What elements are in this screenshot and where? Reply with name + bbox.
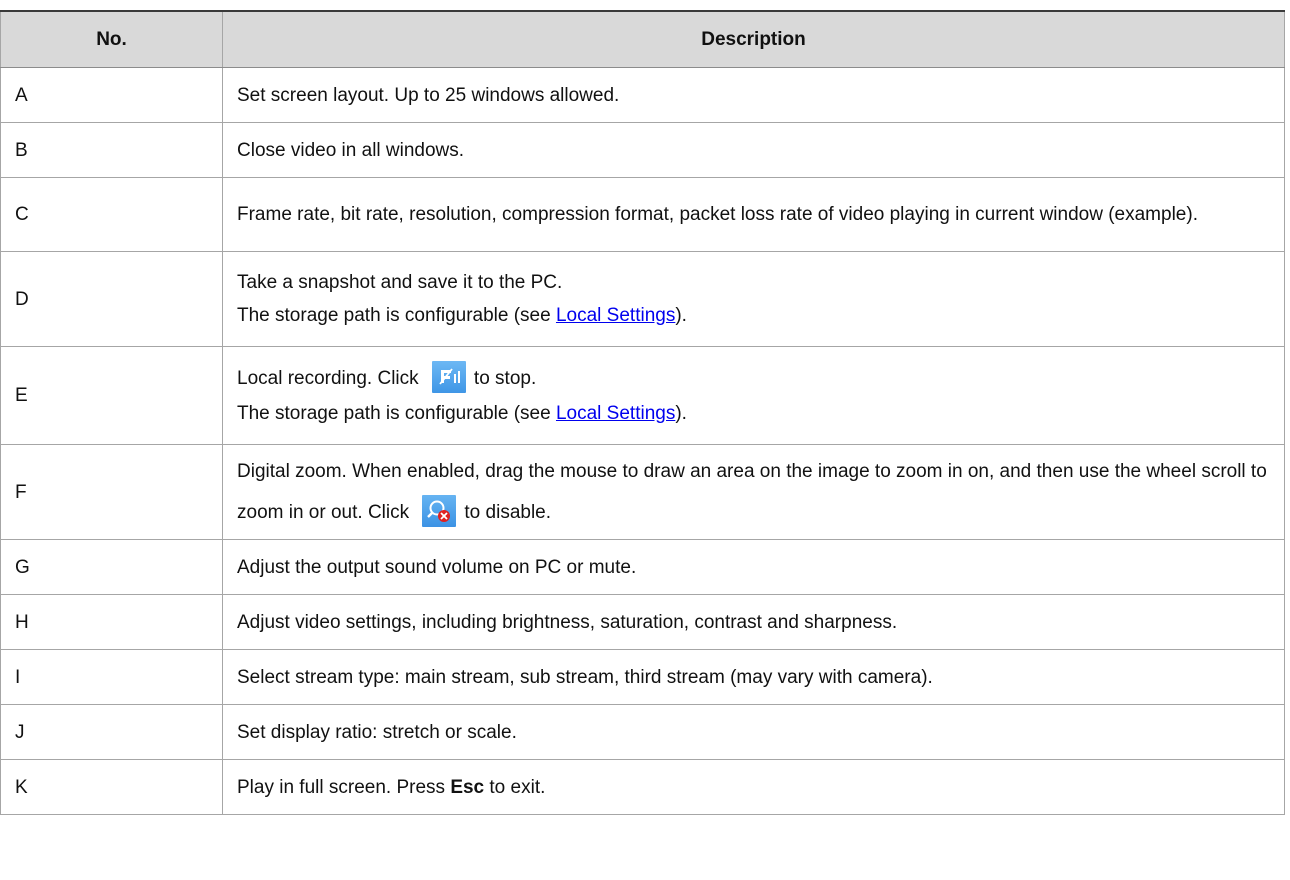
disable-zoom-icon[interactable] — [422, 494, 457, 527]
row-label: H — [0, 594, 223, 650]
local-settings-link[interactable]: Local Settings — [556, 305, 675, 326]
row-description: Adjust the output sound volume on PC or … — [222, 539, 1285, 595]
description-line: Take a snapshot and save it to the PC. — [237, 272, 563, 293]
table-row: K Play in full screen. Press Esc to exit… — [0, 759, 1285, 815]
description-line: Local recording. Click to stop. — [237, 361, 1270, 397]
table-row: F Digital zoom. When enabled, drag the m… — [0, 444, 1285, 540]
table-row: C Frame rate, bit rate, resolution, comp… — [0, 177, 1285, 252]
header-description: Description — [222, 10, 1285, 68]
row-description: Frame rate, bit rate, resolution, compre… — [222, 177, 1285, 252]
table-row: D Take a snapshot and save it to the PC.… — [0, 251, 1285, 347]
esc-key-label: Esc — [450, 776, 485, 798]
table-row: G Adjust the output sound volume on PC o… — [0, 539, 1285, 595]
local-settings-link[interactable]: Local Settings — [556, 403, 675, 424]
row-label: K — [0, 759, 223, 815]
table-row: A Set screen layout. Up to 25 windows al… — [0, 67, 1285, 123]
row-label: D — [0, 251, 223, 347]
row-label: I — [0, 649, 223, 705]
table-row: B Close video in all windows. — [0, 122, 1285, 178]
row-label: J — [0, 704, 223, 760]
row-description: Set display ratio: stretch or scale. — [222, 704, 1285, 760]
row-description: Local recording. Click to stop. The stor… — [222, 346, 1285, 445]
row-description: Take a snapshot and save it to the PC. T… — [222, 251, 1285, 347]
description-table: No. Description A Set screen layout. Up … — [0, 10, 1285, 815]
table-row: I Select stream type: main stream, sub s… — [0, 649, 1285, 705]
row-description: Digital zoom. When enabled, drag the mou… — [222, 444, 1285, 540]
table-header-row: No. Description — [0, 10, 1285, 68]
row-label: A — [0, 67, 223, 123]
description-line: The storage path is configurable (see Lo… — [237, 305, 687, 326]
row-description: Set screen layout. Up to 25 windows allo… — [222, 67, 1285, 123]
row-label: C — [0, 177, 223, 252]
table-row: H Adjust video settings, including brigh… — [0, 594, 1285, 650]
stop-recording-icon[interactable] — [431, 361, 466, 393]
row-label: B — [0, 122, 223, 178]
row-description: Adjust video settings, including brightn… — [222, 594, 1285, 650]
row-label: F — [0, 444, 223, 540]
row-description: Play in full screen. Press Esc to exit. — [222, 759, 1285, 815]
row-description: Close video in all windows. — [222, 122, 1285, 178]
header-no: No. — [0, 10, 223, 68]
row-label: G — [0, 539, 223, 595]
table-row: E Local recording. Click to stop. The st… — [0, 346, 1285, 445]
row-label: E — [0, 346, 223, 445]
table-row: J Set display ratio: stretch or scale. — [0, 704, 1285, 760]
description-line: The storage path is configurable (see Lo… — [237, 403, 687, 424]
row-description: Select stream type: main stream, sub str… — [222, 649, 1285, 705]
